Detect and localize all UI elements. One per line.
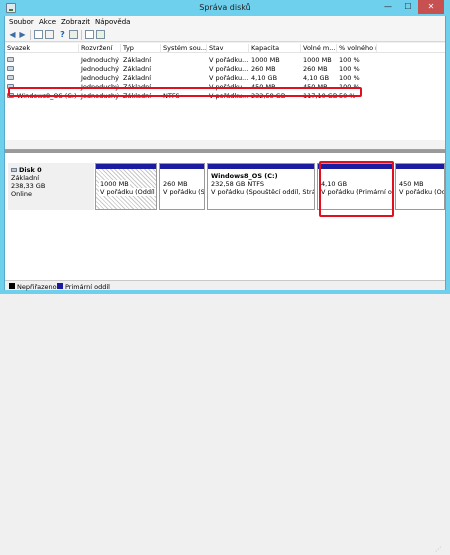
partition-3[interactable]: Windows8_OS (C:) 232,58 GB NTFS V pořádk… [207,163,315,210]
toolbar: ◀ ▶ ? [5,28,445,42]
legend-unallocated-swatch [9,283,15,289]
cell-layout: Jednoduchý [81,65,119,73]
cell-percent-free: 100 % [339,65,360,73]
partition-body: 260 MB V pořádku (S [160,169,204,209]
cell-filesystem [161,74,207,82]
rescan-icon[interactable] [69,30,78,39]
partition-1[interactable]: 1000 MB V pořádku (Oddíl p [95,163,157,210]
forward-icon[interactable]: ▶ [18,30,27,39]
column-header-volume[interactable]: Svazek [5,44,79,53]
legend: Nepřiřazeno Primární oddíl ⋰ [5,280,445,553]
cell-layout: Jednoduchý [81,56,119,64]
cell-free-space: 260 MB [303,65,328,73]
disk-icon [11,168,17,172]
partition-status: V pořádku (S [163,188,204,196]
partition-status: V pořádku (Oddíl p [99,188,156,196]
properties-icon[interactable] [34,30,43,39]
help-icon[interactable]: ? [58,30,67,39]
toolbar-separator-2 [81,30,82,40]
highlight-annotation-partition [319,161,394,217]
cell-status: V pořádku... [209,56,249,64]
view-icon[interactable] [45,30,54,39]
partition-size: 1000 MB [99,180,130,188]
partition-status: V pořádku (Spouštěcí oddíl, Stránko [211,188,314,196]
menu-bar: Soubor Akce Zobrazit Nápověda [5,16,445,28]
disk-type: Základní [11,174,40,182]
column-header-free-space[interactable]: Volné m... [301,44,337,53]
table-row[interactable]: Jednoduchý Základní V pořádku... 4,10 GB… [5,74,445,82]
cell-capacity: 1000 MB [251,56,280,64]
menu-help[interactable]: Nápověda [95,18,130,26]
cell-layout: Jednoduchý [81,74,119,82]
cell-percent-free: 100 % [339,74,360,82]
cell-type: Základní [123,56,152,64]
client-area: Soubor Akce Zobrazit Nápověda ◀ ▶ ? Svaz [4,16,446,553]
cell-capacity: 4,10 GB [251,74,278,82]
cell-filesystem [161,56,207,64]
partition-2[interactable]: 260 MB V pořádku (S [159,163,205,210]
table-row[interactable]: Jednoduchý Základní V pořádku... 1000 MB… [5,56,445,64]
menu-file[interactable]: Soubor [9,18,34,26]
partition-size: 232,58 GB NTFS [211,180,264,188]
cell-filesystem [161,65,207,73]
cell-type: Základní [123,74,152,82]
cell-volume [15,65,79,73]
legend-primary-swatch [57,283,63,289]
cell-percent-free: 100 % [339,56,360,64]
highlight-annotation-row [8,87,362,97]
cell-status: V pořádku... [209,74,249,82]
volume-icon [7,66,14,71]
minimize-button[interactable]: — [378,0,398,14]
menu-action[interactable]: Akce [39,18,56,26]
legend-unallocated-label: Nepřiřazeno [17,283,57,291]
window-frame: Správa disků — ☐ ✕ Soubor Akce Zobrazit … [4,0,446,553]
disk-status: Online [11,190,32,198]
close-button[interactable]: ✕ [418,0,444,14]
cell-volume [15,56,79,64]
disk-0-info[interactable]: Disk 0 Základní 238,33 GB Online [8,163,94,210]
toolbar-separator [30,30,31,40]
maximize-button[interactable]: ☐ [398,0,418,14]
column-header-capacity[interactable]: Kapacita [249,44,301,53]
cell-type: Základní [123,65,152,73]
volume-list-header: Svazek Rozvržení Typ Systém sou... Stav … [5,43,445,53]
partition-body: 450 MB V pořádku (Odd [396,169,444,209]
column-header-status[interactable]: Stav [207,44,249,53]
checklist-icon[interactable] [85,30,94,39]
table-row[interactable]: Jednoduchý Základní V pořádku... 260 MB … [5,65,445,73]
cell-volume [15,74,79,82]
volume-icon [7,75,14,80]
legend-primary-label: Primární oddíl [65,283,110,291]
cell-free-space: 1000 MB [303,56,332,64]
partition-status: V pořádku (Odd [399,188,444,196]
menu-view[interactable]: Zobrazit [61,18,90,26]
partition-body: 1000 MB V pořádku (Oddíl p [96,169,156,209]
horizontal-scrollbar[interactable] [5,140,445,149]
partition-label: Windows8_OS (C:) [211,172,278,180]
cell-capacity: 260 MB [251,65,276,73]
column-header-filesystem[interactable]: Systém sou... [161,44,207,53]
partition-body: Windows8_OS (C:) 232,58 GB NTFS V pořádk… [208,169,314,209]
volume-icon [7,57,14,62]
back-icon[interactable]: ◀ [8,30,17,39]
cell-status: V pořádku... [209,65,249,73]
column-header-type[interactable]: Typ [121,44,161,53]
window: Správa disků — ☐ ✕ Soubor Akce Zobrazit … [0,0,450,553]
refresh-icon[interactable] [96,30,105,39]
cell-free-space: 4,10 GB [303,74,330,82]
partition-5[interactable]: 450 MB V pořádku (Odd [395,163,445,210]
partition-size: 260 MB [163,180,188,188]
title-bar[interactable]: Správa disků — ☐ ✕ [4,0,446,16]
partition-size: 450 MB [399,180,424,188]
column-header-percent-free[interactable]: % volného m... [337,44,377,53]
column-header-layout[interactable]: Rozvržení [79,44,121,53]
disk-name: Disk 0 [19,166,42,174]
resize-grip-icon[interactable]: ⋰ [435,546,444,555]
disk-size: 238,33 GB [11,182,46,190]
